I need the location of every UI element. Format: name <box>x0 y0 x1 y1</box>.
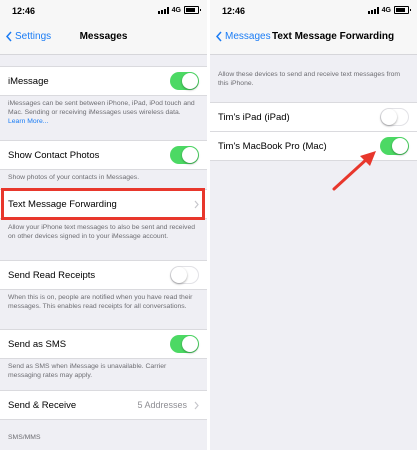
toggle-knob <box>182 73 198 89</box>
text-forwarding-screen: 12:46 4G Messages Text Message Forwardin… <box>210 0 417 450</box>
imessage-row: iMessage <box>0 66 207 96</box>
toggle-knob <box>182 147 198 163</box>
ipad-toggle[interactable] <box>380 108 409 126</box>
signal-icon <box>157 6 169 14</box>
text-forwarding-footer: Allow your iPhone text messages to also … <box>8 224 196 240</box>
page-title: Text Message Forwarding <box>272 31 395 42</box>
send-sms-toggle[interactable] <box>170 335 199 353</box>
send-sms-row: Send as SMS <box>0 329 207 359</box>
send-sms-label: Send as SMS <box>8 339 67 350</box>
back-button-label: Messages <box>225 31 271 42</box>
network-label: 4G <box>381 6 391 14</box>
send-receive-row[interactable]: Send & Receive 5 Addresses <box>0 390 207 420</box>
status-bar: 12:46 4G <box>210 0 417 22</box>
status-time: 12:46 <box>12 6 36 16</box>
forwarding-description: Allow these devices to send and receive … <box>218 71 401 87</box>
device-row-macbook: Tim's MacBook Pro (Mac) <box>210 131 417 161</box>
red-arrow-annotation <box>332 151 376 191</box>
macbook-toggle[interactable] <box>380 137 409 155</box>
imessage-footer-text: iMessages can be sent between iPhone, iP… <box>8 100 195 116</box>
toggle-knob <box>182 336 198 352</box>
learn-more-link[interactable]: Learn More... <box>8 118 48 125</box>
read-receipts-row: Send Read Receipts <box>0 260 207 290</box>
messages-settings-screen: 12:46 4G Settings Messages iMessage iMes… <box>0 0 207 450</box>
toggle-knob <box>171 267 187 283</box>
contact-photos-row: Show Contact Photos <box>0 140 207 170</box>
navigation-bar: Messages Text Message Forwarding <box>210 22 417 55</box>
contact-photos-footer: Show photos of your contacts in Messages… <box>8 174 140 181</box>
highlight-box <box>1 188 205 220</box>
toggle-knob <box>392 138 408 154</box>
toggle-knob <box>381 109 397 125</box>
imessage-toggle[interactable] <box>170 72 199 90</box>
imessage-footer: iMessages can be sent between iPhone, iP… <box>8 99 199 126</box>
read-receipts-footer: When this is on, people are notified whe… <box>8 294 193 310</box>
contact-photos-label: Show Contact Photos <box>8 150 100 161</box>
signal-icon <box>367 6 379 14</box>
read-receipts-toggle[interactable] <box>170 266 199 284</box>
battery-icon <box>184 6 201 14</box>
send-receive-label: Send & Receive <box>8 400 77 411</box>
network-label: 4G <box>171 6 181 14</box>
device-label-ipad: Tim's iPad (iPad) <box>218 112 290 123</box>
send-receive-value: 5 Addresses <box>137 400 187 410</box>
back-button[interactable]: Messages <box>216 31 271 42</box>
page-title: Messages <box>79 31 128 42</box>
send-sms-footer: Send as SMS when iMessage is unavailable… <box>8 363 167 379</box>
status-icons: 4G <box>157 6 201 14</box>
battery-icon <box>394 6 411 14</box>
contact-photos-toggle[interactable] <box>170 146 199 164</box>
device-label-macbook: Tim's MacBook Pro (Mac) <box>218 141 327 152</box>
sms-mms-header: SMS/MMS <box>8 434 41 441</box>
status-bar: 12:46 4G <box>0 0 207 22</box>
imessage-label: iMessage <box>8 76 49 87</box>
chevron-right-icon <box>194 401 199 410</box>
chevron-left-icon <box>216 31 222 42</box>
status-time: 12:46 <box>222 6 246 16</box>
navigation-bar: Settings Messages <box>0 22 207 55</box>
status-icons: 4G <box>367 6 411 14</box>
read-receipts-label: Send Read Receipts <box>8 270 96 281</box>
device-row-ipad: Tim's iPad (iPad) <box>210 102 417 132</box>
